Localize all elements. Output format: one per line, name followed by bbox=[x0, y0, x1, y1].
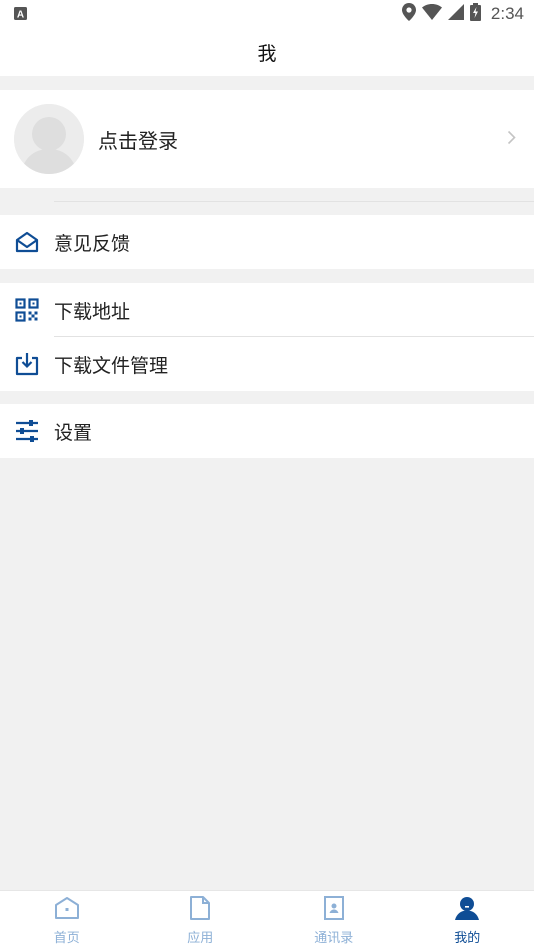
qr-code-icon bbox=[14, 297, 40, 323]
chevron-right-icon bbox=[507, 130, 516, 149]
tab-mine[interactable]: 我的 bbox=[401, 891, 534, 950]
download-tray-icon bbox=[14, 351, 40, 377]
wifi-icon bbox=[421, 4, 442, 24]
tab-label: 通讯录 bbox=[314, 931, 354, 946]
tab-home[interactable]: 首页 bbox=[0, 891, 134, 950]
login-row[interactable]: 点击登录 bbox=[0, 90, 534, 188]
avatar[interactable] bbox=[14, 104, 84, 174]
menu-item-download-manager[interactable]: 下载文件管理 bbox=[0, 337, 534, 391]
a-notification-icon: A bbox=[14, 5, 27, 24]
mail-open-icon bbox=[14, 229, 40, 255]
status-bar: A 2:34 bbox=[0, 0, 534, 28]
home-icon bbox=[54, 896, 80, 924]
tab-contacts[interactable]: 通讯录 bbox=[267, 891, 401, 950]
login-label[interactable]: 点击登录 bbox=[98, 125, 534, 154]
signal-icon bbox=[447, 4, 464, 24]
page-title: 我 bbox=[257, 42, 277, 65]
document-icon bbox=[189, 896, 211, 924]
sliders-icon bbox=[14, 418, 40, 444]
tab-label: 我的 bbox=[454, 931, 481, 946]
contacts-icon bbox=[323, 896, 345, 924]
location-icon bbox=[401, 3, 416, 25]
tab-apps[interactable]: 应用 bbox=[134, 891, 268, 950]
default-avatar-icon bbox=[14, 104, 84, 174]
menu-item-label: 下载文件管理 bbox=[54, 354, 169, 377]
user-icon bbox=[454, 896, 480, 924]
tab-label: 首页 bbox=[53, 931, 80, 946]
menu-item-label: 下载地址 bbox=[54, 300, 131, 323]
menu-item-feedback[interactable]: 意见反馈 bbox=[0, 215, 534, 269]
tab-label: 应用 bbox=[187, 931, 214, 946]
menu-item-label: 意见反馈 bbox=[54, 232, 131, 255]
status-time: 2:34 bbox=[490, 4, 524, 23]
bottom-tab-bar: 首页 应用 通讯录 我的 bbox=[0, 890, 534, 950]
menu-item-label: 设置 bbox=[54, 421, 93, 444]
menu-item-download-address[interactable]: 下载地址 bbox=[0, 283, 534, 337]
battery-icon bbox=[469, 3, 481, 25]
divider bbox=[54, 201, 534, 202]
page-header: 我 bbox=[0, 28, 534, 76]
svg-text:A: A bbox=[17, 9, 24, 20]
menu-item-settings[interactable]: 设置 bbox=[0, 404, 534, 458]
